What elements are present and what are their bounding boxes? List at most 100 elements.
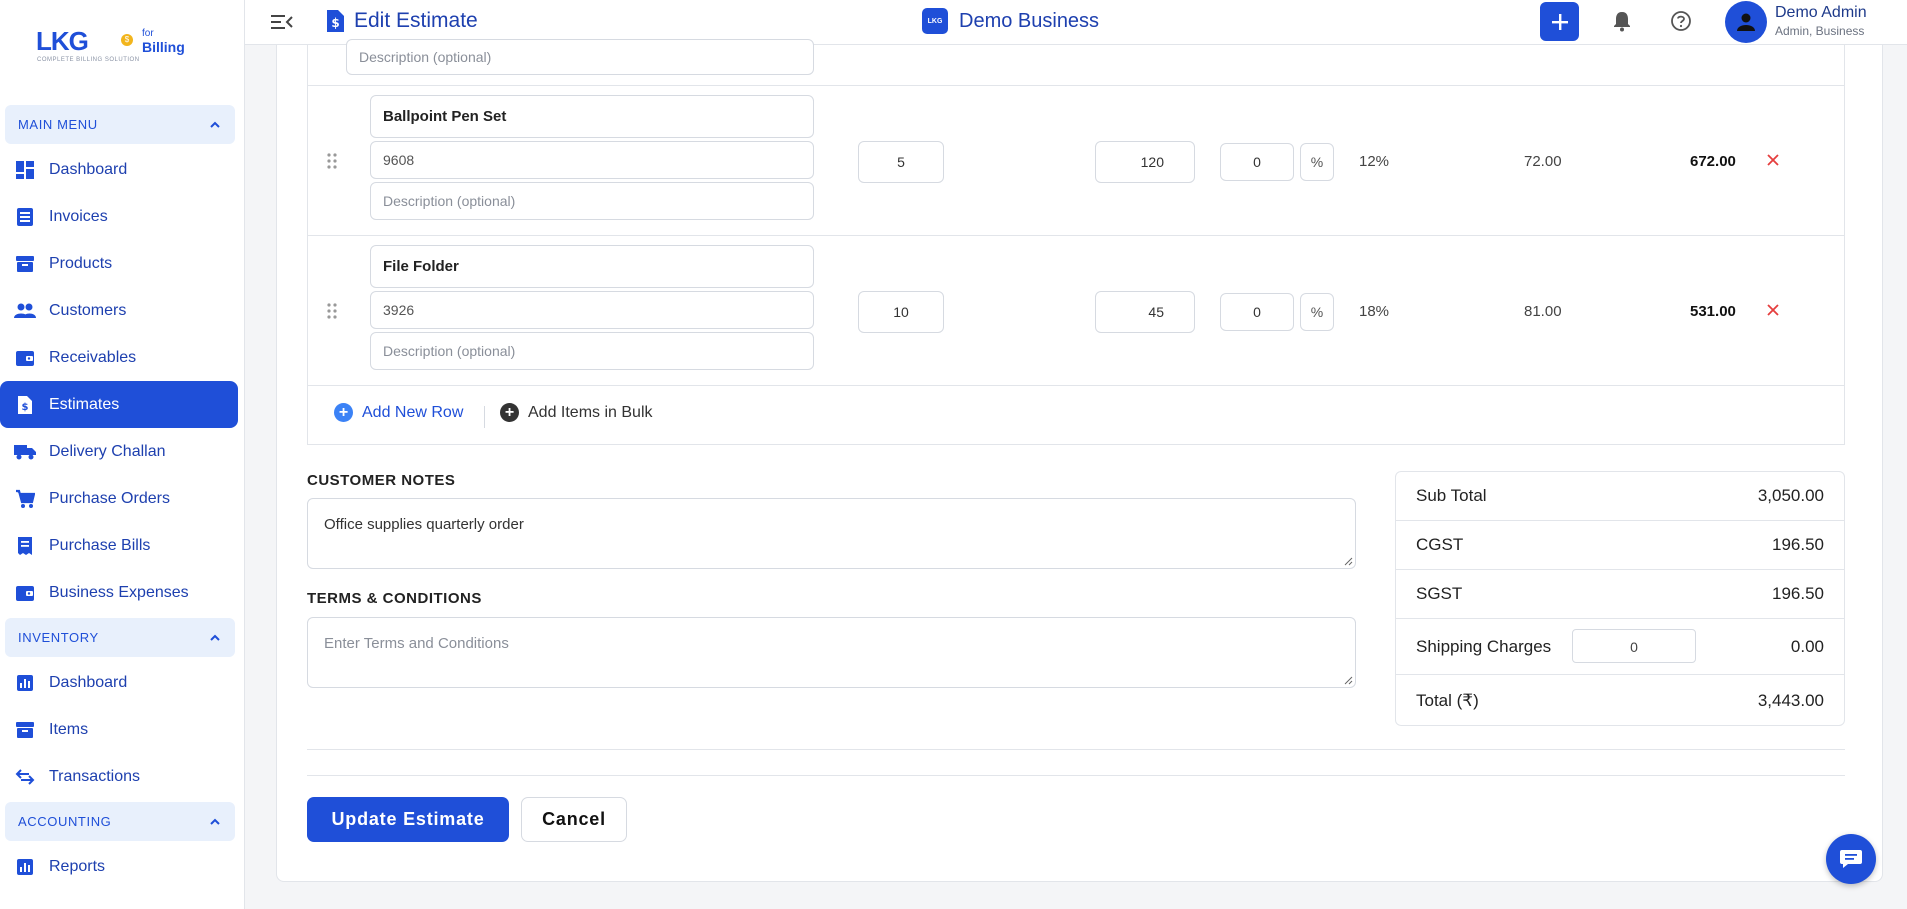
resize-grip-icon[interactable] — [1344, 557, 1353, 566]
dashboard-icon — [14, 159, 36, 181]
notification-bell-icon[interactable] — [1611, 10, 1633, 32]
quantity-input[interactable]: 5 — [858, 141, 944, 183]
sidebar-item-estimates[interactable]: $ Estimates — [0, 381, 238, 428]
chat-button[interactable] — [1826, 834, 1876, 884]
remove-row-icon[interactable] — [1766, 153, 1780, 167]
sidebar-item-label: Receivables — [49, 348, 137, 366]
sub-total-value: 3,050.00 — [1757, 486, 1824, 505]
rate-input[interactable]: 120 — [1095, 141, 1195, 183]
sidebar-item-purchase-orders[interactable]: Purchase Orders — [0, 475, 237, 522]
item-name-input[interactable]: Ballpoint Pen Set — [370, 95, 814, 138]
discount-unit-select[interactable]: % — [1300, 143, 1334, 181]
terms-label: TERMS & CONDITIONS — [307, 590, 482, 607]
sidebar-item-dashboard[interactable]: Dashboard — [0, 146, 237, 193]
row-amount: 672.00 — [1690, 153, 1736, 170]
cancel-button[interactable]: Cancel — [521, 797, 627, 842]
sgst-label: SGST — [1416, 584, 1463, 603]
sidebar-item-label: Dashboard — [49, 160, 128, 178]
shipping-charges-input[interactable]: 0 — [1572, 629, 1696, 663]
chevron-up-icon — [210, 121, 220, 128]
item-row: Ballpoint Pen Set 9608 Description (opti… — [308, 85, 1844, 235]
sidebar-item-business-expenses[interactable]: Business Expenses — [0, 569, 237, 616]
sidebar-item-label: Purchase Orders — [49, 489, 170, 507]
coin-icon: $ — [121, 34, 133, 46]
terms-textarea[interactable]: Enter Terms and Conditions — [307, 617, 1356, 688]
drag-handle-icon[interactable] — [326, 302, 338, 320]
archive-icon — [14, 719, 36, 741]
discount-value: 0 — [1253, 304, 1261, 320]
section-title: INVENTORY — [18, 630, 99, 645]
hsn-input[interactable]: 3926 — [370, 291, 814, 329]
sidebar-item-label: Dashboard — [49, 673, 128, 691]
sidebar-item-inventory-dashboard[interactable]: Dashboard — [0, 659, 237, 706]
item-name-input[interactable]: File Folder — [370, 245, 814, 288]
sidebar-item-reports[interactable]: Reports — [0, 843, 237, 890]
sub-total-label: Sub Total — [1416, 486, 1487, 505]
shipping-label: Shipping Charges — [1416, 636, 1552, 656]
user-icon — [1737, 13, 1755, 31]
drag-handle-icon[interactable] — [326, 152, 338, 170]
receipt-icon — [14, 535, 36, 557]
cart-icon — [14, 488, 36, 510]
resize-grip-icon[interactable] — [1344, 676, 1353, 685]
section-main-menu[interactable]: MAIN MENU — [5, 105, 235, 144]
sidebar-item-invoices[interactable]: Invoices — [0, 193, 237, 240]
discount-unit-select[interactable]: % — [1300, 293, 1334, 331]
sidebar-item-items[interactable]: Items — [0, 706, 237, 753]
section-title: ACCOUNTING — [18, 814, 112, 829]
sidebar-item-transactions[interactable]: Transactions — [0, 753, 237, 800]
avatar[interactable] — [1725, 1, 1767, 43]
item-row: File Folder 3926 Description (optional) … — [308, 235, 1844, 385]
item-name-value: Ballpoint Pen Set — [383, 108, 507, 125]
discount-input[interactable]: 0 — [1220, 293, 1294, 331]
sidebar-item-label: Invoices — [49, 207, 108, 225]
cgst-label: CGST — [1416, 535, 1464, 554]
svg-text:$: $ — [331, 16, 339, 30]
customer-notes-textarea[interactable]: Office supplies quarterly order — [307, 498, 1356, 569]
remove-row-icon[interactable] — [1766, 303, 1780, 317]
hsn-value: 3926 — [383, 302, 415, 318]
brand-logo[interactable]: LKG $ for Billing COMPLETE BILLING SOLUT… — [0, 0, 244, 94]
sidebar-item-customers[interactable]: Customers — [0, 287, 237, 334]
sidebar-item-products[interactable]: Products — [0, 240, 237, 287]
sidebar-item-label: Delivery Challan — [49, 442, 166, 460]
chat-icon — [1840, 850, 1862, 868]
tax-rate: 12% — [1359, 153, 1390, 170]
svg-text:$: $ — [22, 402, 29, 413]
business-switcher[interactable]: LKG Demo Business — [922, 8, 1099, 34]
sidebar-item-purchase-bills[interactable]: Purchase Bills — [0, 522, 237, 569]
bar-chart-icon — [14, 856, 36, 878]
description-placeholder: Description (optional) — [383, 343, 516, 359]
total-row: Total (₹) 3,443.00 — [1396, 675, 1844, 727]
description-input[interactable]: Description (optional) — [370, 332, 814, 370]
discount-value: 0 — [1253, 154, 1261, 170]
discount-input[interactable]: 0 — [1220, 143, 1294, 181]
help-icon[interactable] — [1670, 10, 1692, 32]
bar-chart-icon — [14, 672, 36, 694]
archive-icon — [14, 253, 36, 275]
discount-unit-value: % — [1310, 304, 1324, 320]
wallet-icon — [14, 347, 36, 369]
description-input[interactable]: Description (optional) — [346, 39, 814, 75]
hsn-input[interactable]: 9608 — [370, 141, 814, 179]
add-new-row-button[interactable]: + Add New Row — [334, 403, 463, 422]
description-input[interactable]: Description (optional) — [370, 182, 814, 220]
sidebar-item-delivery-challan[interactable]: Delivery Challan — [0, 428, 237, 475]
sidebar-item-receivables[interactable]: Receivables — [0, 334, 237, 381]
section-inventory[interactable]: INVENTORY — [5, 618, 235, 657]
add-items-bulk-button[interactable]: + Add Items in Bulk — [500, 403, 653, 422]
quick-add-button[interactable] — [1540, 2, 1579, 41]
page-title-wrap: $ Edit Estimate — [325, 9, 478, 33]
plus-icon — [1551, 13, 1568, 30]
sidebar-item-label: Estimates — [49, 395, 120, 413]
section-accounting[interactable]: ACCOUNTING — [5, 802, 235, 841]
quantity-input[interactable]: 10 — [858, 291, 944, 333]
menu-collapse-icon[interactable] — [270, 11, 294, 33]
rate-input[interactable]: 45 — [1095, 291, 1195, 333]
tax-amount: 81.00 — [1524, 303, 1562, 320]
user-name[interactable]: Demo Admin — [1775, 4, 1867, 22]
logo-for-text: for — [142, 28, 154, 39]
divider — [307, 749, 1845, 750]
update-estimate-button[interactable]: Update Estimate — [307, 797, 509, 842]
sidebar-item-label: Items — [49, 720, 89, 738]
